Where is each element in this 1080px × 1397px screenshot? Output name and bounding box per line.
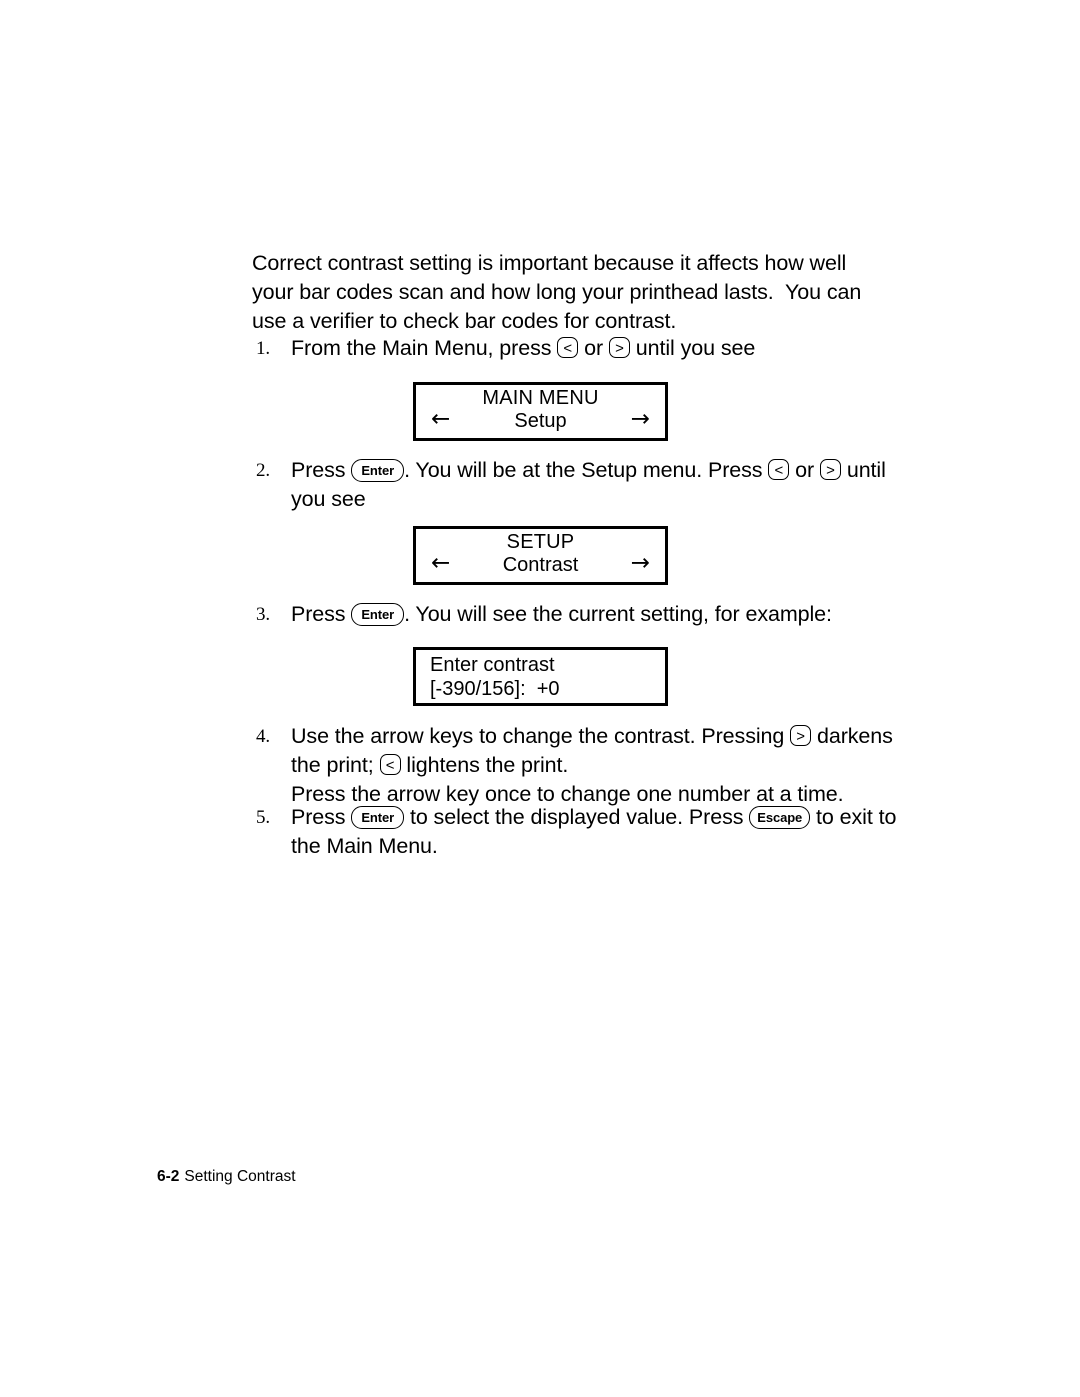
step-5: 5. Press Enter to select the displayed v…	[256, 803, 904, 861]
step-1-text-c: until you see	[629, 336, 756, 360]
step-3-number: 3.	[256, 604, 271, 625]
contrast-value-display: Enter contrast [-390/156]: +0	[413, 647, 668, 706]
enter-key-icon[interactable]: Enter	[351, 603, 405, 626]
step-4: 4. Use the arrow keys to change the cont…	[256, 722, 904, 809]
step-5-body: Press Enter to select the displayed valu…	[291, 803, 904, 861]
setup-display-title: SETUP	[506, 531, 575, 553]
left-arrow-key-icon[interactable]: <	[768, 459, 790, 480]
right-arrow-key-icon[interactable]: >	[819, 459, 841, 480]
step-1-body: From the Main Menu, press < or > until y…	[291, 334, 904, 363]
step-2-text-a: Press	[291, 458, 352, 482]
arrow-right-icon: →	[630, 406, 650, 432]
step-3-text-a: Press	[291, 602, 352, 626]
step-3: 3. Press Enter. You will see the current…	[256, 600, 904, 629]
intro-paragraph: Correct contrast setting is important be…	[252, 251, 868, 333]
enter-key-icon[interactable]: Enter	[351, 459, 405, 482]
step-5-text-a: Press	[291, 805, 352, 829]
step-2: 2. Press Enter. You will be at the Setup…	[256, 456, 904, 514]
step-1: 1. From the Main Menu, press < or > unti…	[256, 334, 904, 363]
step-4-text-a: Use the arrow keys to change the contras…	[291, 724, 791, 748]
footer-page-number: 6-2	[157, 1168, 180, 1185]
step-1-text-b: or	[578, 336, 609, 360]
setup-display-content: ← SETUP Contrast →	[416, 529, 665, 582]
step-5-text-b: to select the displayed value. Press	[404, 805, 750, 829]
step-5-number: 5.	[256, 807, 271, 828]
left-arrow-key-icon[interactable]: <	[557, 337, 579, 358]
step-3-body: Press Enter. You will see the current se…	[291, 600, 904, 629]
right-arrow-key-icon[interactable]: >	[608, 337, 630, 358]
contrast-value-display-content: Enter contrast [-390/156]: +0	[416, 650, 665, 703]
step-4-body: Use the arrow keys to change the contras…	[291, 722, 904, 809]
escape-key-icon[interactable]: Escape	[749, 806, 811, 829]
setup-display-value: Contrast	[502, 554, 579, 576]
page-footer: 6-2 Setting Contrast	[157, 1168, 296, 1186]
left-arrow-key-icon[interactable]: <	[379, 754, 401, 775]
step-4-number: 4.	[256, 726, 271, 747]
step-1-number: 1.	[256, 338, 271, 359]
step-4-text-c: lightens the print.	[400, 753, 569, 777]
step-2-text-b: . You will be at the Setup menu. Press	[404, 458, 769, 482]
step-2-text-c: or	[789, 458, 820, 482]
contrast-display-line-2: [-390/156]: +0	[430, 678, 560, 700]
enter-key-icon[interactable]: Enter	[351, 806, 405, 829]
setup-display: ← SETUP Contrast →	[413, 526, 668, 585]
main-menu-display-value: Setup	[514, 410, 567, 432]
right-arrow-key-icon[interactable]: >	[790, 725, 812, 746]
manual-page: Correct contrast setting is important be…	[0, 0, 1080, 1397]
arrow-right-icon: →	[630, 550, 650, 576]
step-1-text-a: From the Main Menu, press	[291, 336, 558, 360]
main-menu-display-title: MAIN MENU	[482, 387, 599, 409]
step-2-number: 2.	[256, 460, 271, 481]
contrast-display-line-1: Enter contrast	[430, 654, 555, 676]
step-2-body: Press Enter. You will be at the Setup me…	[291, 456, 904, 514]
main-menu-display-content: ← MAIN MENU Setup →	[416, 385, 665, 438]
footer-section-title: Setting Contrast	[184, 1168, 296, 1185]
step-3-text-b: . You will see the current setting, for …	[404, 602, 832, 626]
main-menu-display: ← MAIN MENU Setup →	[413, 382, 668, 441]
